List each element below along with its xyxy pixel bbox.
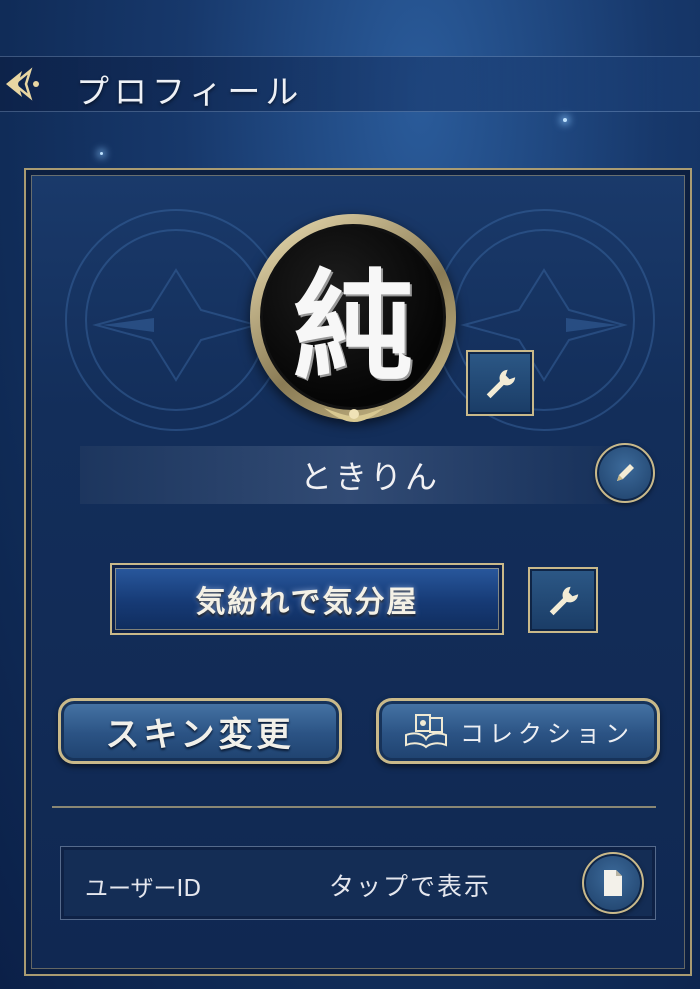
document-icon — [604, 870, 622, 896]
edit-name-button[interactable] — [595, 443, 655, 503]
pencil-icon — [617, 464, 634, 481]
skin-change-label: スキン変更 — [105, 714, 295, 755]
user-id-reveal-text[interactable]: タップで表示 — [329, 867, 491, 903]
book-icon — [405, 714, 447, 749]
divider — [52, 806, 656, 808]
player-title-plate[interactable]: 気紛れで気分屋 — [110, 563, 504, 635]
avatar-frame[interactable]: 純 — [250, 214, 456, 420]
copy-id-button[interactable] — [582, 852, 644, 914]
user-id-label: ユーザーID — [85, 876, 202, 902]
player-title: 気紛れで気分屋 — [195, 585, 419, 620]
wrench-icon — [486, 369, 516, 399]
title-edit-button[interactable] — [528, 567, 598, 633]
skin-change-button[interactable]: スキン変更 — [58, 698, 342, 764]
back-arrow-icon — [6, 67, 39, 101]
background-sparkle — [100, 152, 103, 155]
header-bar: プロフィール — [0, 56, 700, 112]
page-title: プロフィール — [76, 72, 304, 111]
player-name-bar: ときりん — [80, 446, 620, 504]
avatar: 純 — [260, 224, 446, 410]
avatar-edit-button[interactable] — [466, 350, 534, 416]
background-sparkle — [563, 118, 567, 122]
collection-label: コレクション — [460, 719, 634, 748]
collection-button[interactable]: コレクション — [376, 698, 660, 764]
laurel-ornament — [324, 408, 384, 422]
back-button[interactable] — [0, 63, 52, 105]
user-id-row[interactable]: ユーザーID タップで表示 — [60, 846, 656, 920]
wrench-icon — [549, 586, 579, 616]
player-name: ときりん — [299, 458, 440, 496]
